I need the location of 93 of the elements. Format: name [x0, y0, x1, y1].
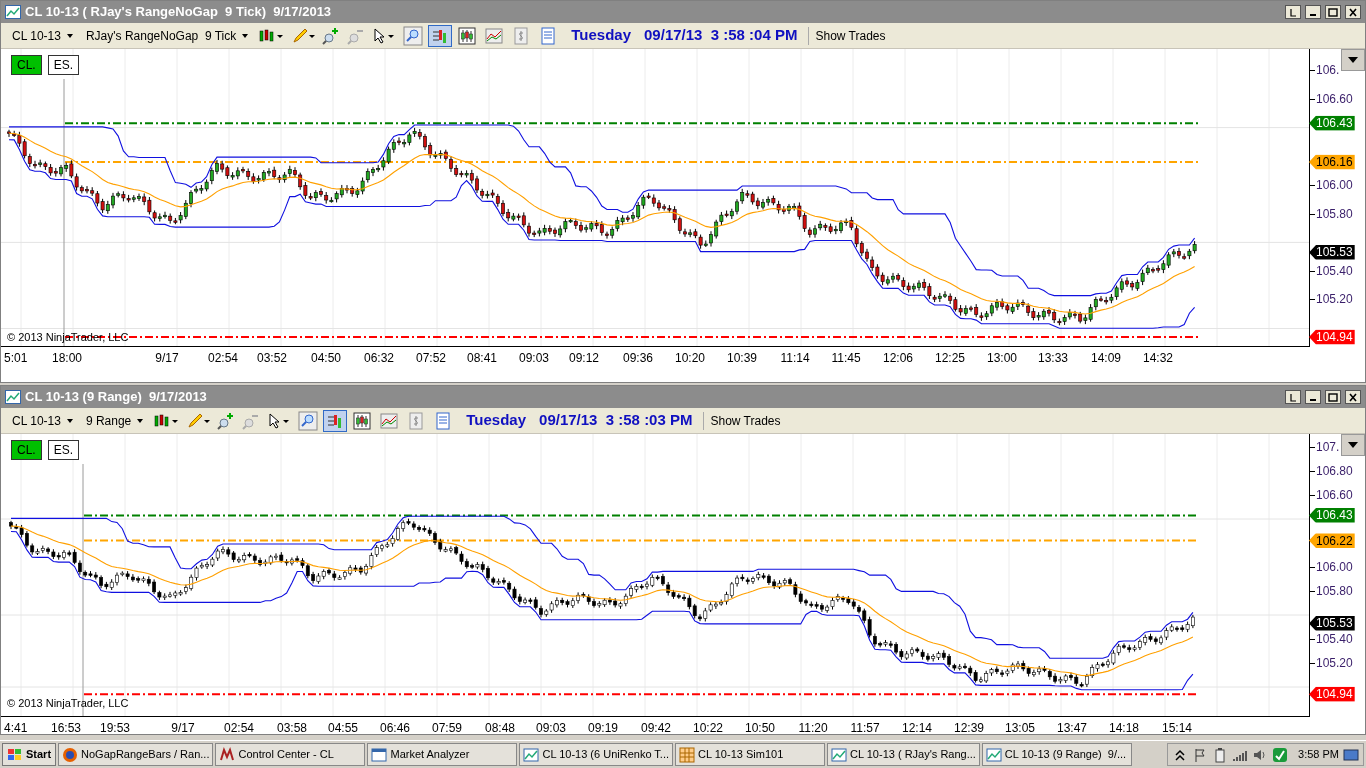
- instrument-dropdown[interactable]: CL 10-13: [7, 25, 78, 46]
- axis-label: 11:45: [831, 350, 861, 367]
- axis-label: 105.80: [1316, 583, 1353, 600]
- instrument-tab[interactable]: CL.: [11, 440, 42, 460]
- axis-label: 4:41: [4, 720, 28, 737]
- taskbar-item[interactable]: CL 10-13 (6 UniRenko T...: [519, 743, 674, 766]
- start-button[interactable]: Start: [2, 743, 57, 766]
- axis-label: 06:46: [380, 720, 410, 737]
- axis-label: 9/17: [171, 720, 195, 737]
- taskbar-item[interactable]: Market Analyzer: [367, 743, 518, 766]
- price-marker: 106.16: [1309, 154, 1355, 170]
- axis-label: 04:55: [328, 720, 358, 737]
- show-trades-button[interactable]: Show Trades: [812, 26, 889, 45]
- price-marker: 106.22: [1309, 533, 1355, 549]
- axis-label: 11:20: [798, 720, 828, 737]
- axis-label: 106.60: [1316, 487, 1353, 504]
- axis-label: 16:53: [51, 720, 81, 737]
- price-marker: 104.94: [1309, 329, 1355, 345]
- axis-label: 106.60: [1316, 91, 1353, 108]
- axis-label: 09:19: [588, 720, 618, 737]
- day-label: Tuesday: [571, 25, 632, 46]
- axis-label: 09:42: [641, 720, 671, 737]
- period-dropdown[interactable]: 9 Range: [80, 410, 149, 431]
- axis-label: 13:05: [1005, 720, 1035, 737]
- day-label: Tuesday: [466, 410, 527, 431]
- axis-label: 10:39: [727, 350, 757, 367]
- axis-label: 105.40: [1316, 263, 1353, 280]
- axis-label: 07:52: [416, 350, 446, 367]
- axis-label: 105.80: [1316, 206, 1353, 223]
- axis-label: 03:58: [277, 720, 307, 737]
- axis-label: 10:50: [745, 720, 775, 737]
- taskbar-item[interactable]: Control Center - CL: [215, 743, 366, 766]
- axis-label: 11:57: [850, 720, 880, 737]
- axis-label: 11:14: [780, 350, 810, 367]
- axis-label: 107.: [1316, 439, 1340, 456]
- axis-label: 02:54: [224, 720, 254, 737]
- axis-label: 12:25: [935, 350, 965, 367]
- axis-label: 106.00: [1316, 559, 1353, 576]
- window-title: CL 10-13 (9 Range) 9/17/2013: [25, 388, 208, 407]
- axis-label: 08:41: [467, 350, 497, 367]
- taskbar-item[interactable]: CL 10-13 ( RJay's Rang...: [827, 743, 980, 766]
- axis-label: 13:47: [1057, 720, 1087, 737]
- show-trades-button[interactable]: Show Trades: [707, 411, 784, 430]
- axis-label: 18:00: [52, 350, 82, 367]
- price-marker: 105.53: [1309, 615, 1355, 631]
- axis-label: 10:20: [675, 350, 705, 367]
- axis-label: 15:14: [1162, 720, 1192, 737]
- axis-label: 09:12: [569, 350, 599, 367]
- price-marker: 106.43: [1309, 507, 1355, 523]
- axis-label: 08:48: [485, 720, 515, 737]
- instrument-tab[interactable]: ES.: [47, 55, 80, 75]
- axis-label: 19:53: [100, 720, 130, 737]
- axis-label: 09:36: [623, 350, 653, 367]
- axis-label: 03:52: [257, 350, 287, 367]
- axis-label: 02:54: [208, 350, 238, 367]
- axis-label: 106.80: [1316, 463, 1353, 480]
- date-time-label: 09/17/13 3 :58 :04 PM: [644, 25, 798, 46]
- axis-label: 12:39: [954, 720, 984, 737]
- period-dropdown[interactable]: RJay's RangeNoGap 9 Tick: [80, 25, 254, 46]
- axis-label: 06:32: [364, 350, 394, 367]
- price-marker: 105.53: [1309, 244, 1355, 260]
- copyright-text: © 2013 NinjaTrader, LLC: [7, 329, 129, 345]
- axis-label: 105.20: [1316, 291, 1353, 308]
- axis-label: 106.00: [1316, 177, 1353, 194]
- taskbar-item[interactable]: CL 10-13 Sim101: [675, 743, 826, 766]
- axis-label: 105.20: [1316, 655, 1353, 672]
- axis-label: 105.40: [1316, 631, 1353, 648]
- axis-label: 09:03: [536, 720, 566, 737]
- price-marker: 104.94: [1309, 686, 1355, 702]
- instrument-tab[interactable]: CL.: [11, 55, 42, 75]
- clock: 3:58 PM: [1298, 747, 1339, 763]
- instrument-dropdown[interactable]: CL 10-13: [7, 410, 78, 431]
- axis-label: 04:50: [311, 350, 341, 367]
- instrument-tab[interactable]: ES.: [47, 440, 80, 460]
- axis-label: 5:01: [4, 350, 28, 367]
- axis-label: 12:14: [902, 720, 932, 737]
- axis-label: 106.: [1316, 62, 1340, 79]
- axis-label: 07:59: [432, 720, 462, 737]
- axis-label: 12:06: [883, 350, 913, 367]
- axis-label: 14:09: [1091, 350, 1121, 367]
- axis-label: 13:00: [987, 350, 1017, 367]
- price-marker: 106.43: [1309, 115, 1355, 131]
- axis-label: 9/17: [155, 350, 179, 367]
- taskbar-item[interactable]: NoGapRangeBars / Ran...: [58, 743, 214, 766]
- axis-label: 14:18: [1109, 720, 1139, 737]
- copyright-text: © 2013 NinjaTrader, LLC: [7, 695, 129, 711]
- window-title: CL 10-13 ( RJay's RangeNoGap 9 Tick) 9/17/2013: [25, 3, 333, 22]
- axis-label: 10:22: [693, 720, 723, 737]
- date-time-label: 09/17/13 3 :58 :03 PM: [539, 410, 693, 431]
- axis-label: 14:32: [1143, 350, 1173, 367]
- axis-label: 13:33: [1038, 350, 1068, 367]
- taskbar-item[interactable]: CL 10-13 (9 Range) 9/...: [981, 743, 1132, 766]
- axis-label: 09:03: [519, 350, 549, 367]
